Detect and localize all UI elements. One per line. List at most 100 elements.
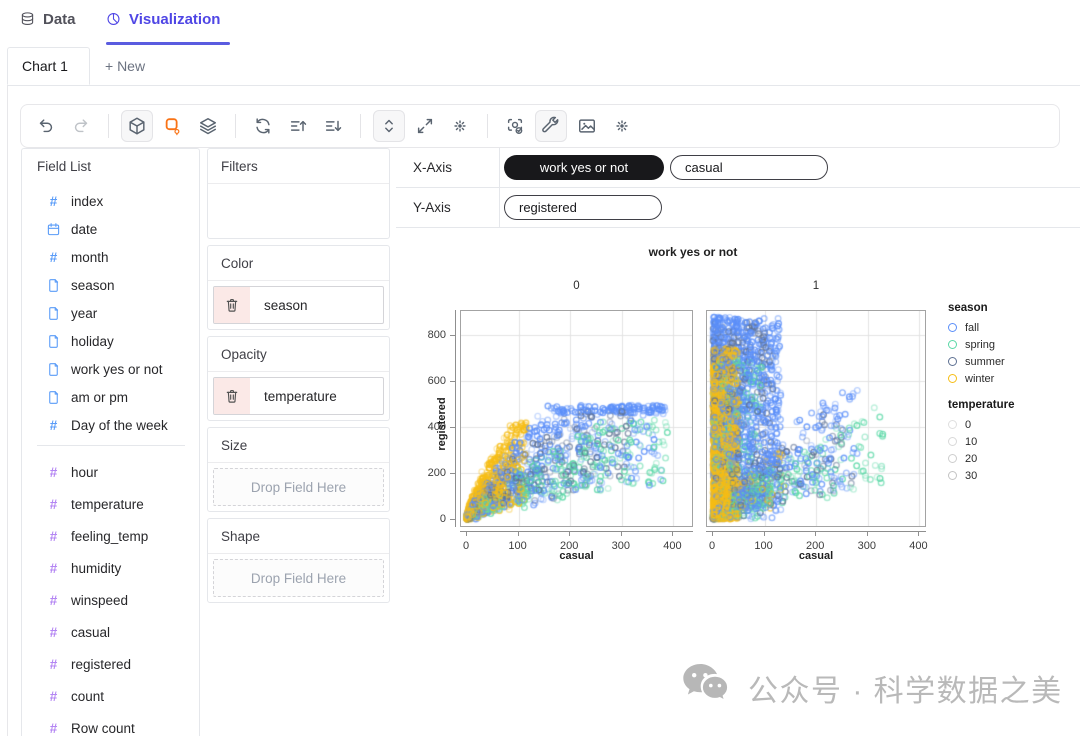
x-tick [712,531,713,536]
chart-canvas-area: work yes or not 0 1 registered casual ca… [396,228,1080,736]
field-item-label: hour [71,464,99,480]
chart-tab-1-label: Chart 1 [22,58,68,74]
x-tick [866,531,868,536]
field-item-label: index [71,193,104,209]
x-tick-label: 100 [508,540,527,552]
field-item-holiday[interactable]: holiday [37,327,199,355]
field-item-year[interactable]: year [37,299,199,327]
legend-opacity-title: temperature [948,399,1015,411]
layers-icon[interactable] [193,111,223,141]
y-tick-label: 400 [427,421,446,433]
mark-lightbulb-icon[interactable] [158,111,188,141]
field-item-feeling-temp[interactable]: # feeling_temp [37,520,199,552]
chart-tab-1[interactable]: Chart 1 [7,47,90,85]
field-item-label: work yes or not [71,361,163,377]
field-item-temperature[interactable]: # temperature [37,488,199,520]
encoding-chip-season[interactable]: season [213,286,384,324]
field-item-count[interactable]: # count [37,680,199,712]
field-item-season[interactable]: season [37,271,199,299]
y-tick-label: 200 [427,467,446,479]
x-tick-label: 300 [611,540,630,552]
tab-data[interactable]: Data [20,10,76,28]
encoding-body-size[interactable]: Drop Field Here [208,463,389,511]
document-icon [46,306,61,321]
undo-icon[interactable] [31,111,61,141]
x-tick [918,531,920,536]
y-axis-shelf[interactable]: Y-Axis registered [396,188,1080,228]
field-item-hour[interactable]: # hour [37,456,199,488]
x-tick [672,531,674,536]
axis-pill-work-yes-or-not[interactable]: work yes or not [504,155,664,180]
dropzone-shape[interactable]: Drop Field Here [213,559,384,597]
tab-visualization[interactable]: Visualization [106,10,220,28]
hash-icon: # [49,656,58,672]
scatter-canvas-1 [707,311,925,526]
encoding-body-filters[interactable] [208,184,389,238]
new-chart-button[interactable]: + New [105,47,145,85]
field-item-day-of-the-week[interactable]: # Day of the week [37,411,199,439]
export-image-icon[interactable] [572,111,602,141]
field-item-label: Day of the week [71,417,168,433]
field-item-label: date [71,221,98,237]
field-item-label: casual [71,624,111,640]
field-item-am-or-pm[interactable]: am or pm [37,383,199,411]
field-item-index[interactable]: # index [37,187,199,215]
x-tick [620,531,622,536]
encoding-chip-temperature[interactable]: temperature [213,377,384,415]
encoding-body-color[interactable]: season [208,281,389,329]
field-item-row-count[interactable]: # Row count [37,712,199,736]
legend-symbol [948,437,957,446]
sort-ascending-icon[interactable] [283,111,313,141]
left-rule [7,47,8,736]
dropzone-size[interactable]: Drop Field Here [213,468,384,506]
field-list-title: Field List [37,159,92,174]
x-tick-label: 0 [462,540,470,552]
field-list-divider [37,445,185,446]
field-item-casual[interactable]: # casual [37,616,199,648]
legend-color-title: season [948,302,988,314]
toolbar-divider [360,114,361,138]
facet-label-0: 0 [573,280,580,292]
axis-pill-registered[interactable]: registered [504,195,662,220]
encoding-body-opacity[interactable]: temperature [208,372,389,420]
field-item-month[interactable]: # month [37,243,199,271]
field-item-label: registered [71,656,132,672]
cube-icon[interactable] [121,110,153,142]
encoding-header-filters: Filters [208,149,389,184]
x-tick [763,531,765,536]
watermark-text: 公众号 · 科学数据之美 [748,674,1063,708]
y-axis-line [455,310,456,527]
document-icon [46,390,61,405]
encoding-section-color: Color season [207,245,390,330]
legend-item-temp-0: 0 [948,416,1076,433]
x-tick-label: 400 [909,540,928,552]
updown-chevrons-icon[interactable] [373,110,405,142]
trash-icon[interactable] [214,287,250,323]
y-axis-shelf-label: Y-Axis [396,188,500,227]
axis-pill-casual[interactable]: casual [670,155,828,180]
redo-icon[interactable] [66,111,96,141]
y-tick [450,473,455,474]
field-item-label: winspeed [71,592,129,608]
gear-icon[interactable] [445,111,475,141]
field-item-registered[interactable]: # registered [37,648,199,680]
expand-icon[interactable] [410,111,440,141]
encoding-body-shape[interactable]: Drop Field Here [208,554,389,602]
field-item-work-yes-or-not[interactable]: work yes or not [37,355,199,383]
limit-scan-icon[interactable] [500,111,530,141]
tab-data-label: Data [43,10,76,28]
trash-icon[interactable] [214,378,250,414]
sync-icon[interactable] [248,111,278,141]
field-item-date[interactable]: date [37,215,199,243]
scatter-plot-facet-1 [706,310,926,527]
field-item-winspeed[interactable]: # winspeed [37,584,199,616]
x-axis-shelf[interactable]: X-Axis work yes or not casual [396,148,1080,188]
field-item-humidity[interactable]: # humidity [37,552,199,584]
gear-icon[interactable] [607,111,637,141]
wrench-icon[interactable] [535,110,567,142]
encoding-section-size: Size Drop Field Here [207,427,390,512]
encoding-header-opacity: Opacity [208,337,389,372]
toolbar-divider [235,114,236,138]
wechat-icon [681,662,733,713]
sort-descending-icon[interactable] [318,111,348,141]
